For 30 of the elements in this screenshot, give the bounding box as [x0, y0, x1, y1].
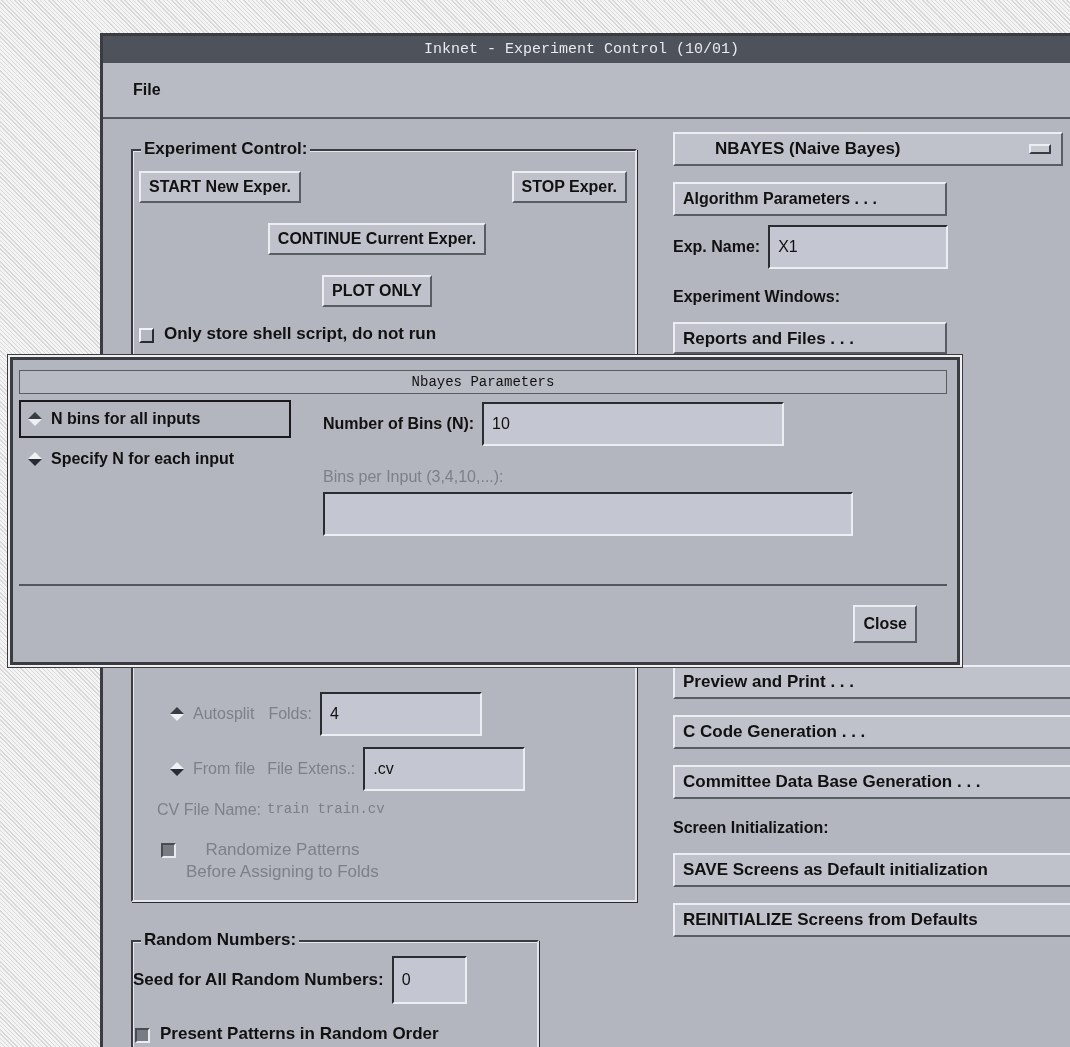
- field-label: Number of Bins (N):: [323, 415, 475, 433]
- checkbox-option[interactable]: Only store shell script, do not run: [139, 324, 635, 344]
- radio-option[interactable]: Specify N for each input: [19, 440, 291, 478]
- dialog-title: Nbayes Parameters: [19, 370, 947, 394]
- input-field[interactable]: 10: [482, 402, 785, 446]
- radio-option[interactable]: N bins for all inputs: [19, 400, 291, 438]
- window-button[interactable]: C Code Generation . . .: [673, 715, 1070, 749]
- command-button[interactable]: PLOT ONLY: [321, 275, 433, 307]
- dropdown-indicator-icon: [1029, 144, 1051, 154]
- field-label: Exp. Name:: [673, 238, 761, 256]
- window-button[interactable]: Reports and Files . . .: [673, 322, 947, 354]
- section-label: Screen Initialization:: [673, 819, 830, 837]
- field-label: Seed for All Random Numbers:: [133, 970, 384, 990]
- window-button[interactable]: Preview and Print . . .: [673, 665, 1070, 699]
- menu-item[interactable]: File: [133, 81, 161, 99]
- input-field[interactable]: 0: [391, 956, 467, 1004]
- input-field[interactable]: X1: [768, 225, 949, 269]
- command-button[interactable]: STOP Exper.: [511, 171, 627, 203]
- window-button[interactable]: Committee Data Base Generation . . .: [673, 765, 1070, 799]
- parameters-button[interactable]: Algorithm Parameters . . .: [673, 182, 947, 216]
- group-title: Experiment Control:: [141, 139, 311, 159]
- command-button[interactable]: CONTINUE Current Exper.: [267, 223, 487, 255]
- close-button[interactable]: Close: [853, 605, 917, 643]
- window-title: Inknet - Experiment Control (10/01): [103, 36, 1070, 63]
- command-button[interactable]: START New Exper.: [139, 171, 301, 203]
- algorithm-dropdown[interactable]: NBAYES (Naive Bayes): [673, 132, 1063, 166]
- init-button[interactable]: REINITIALIZE Screens from Defaults: [673, 903, 1070, 937]
- checkbox-option[interactable]: Present Patterns in Random Order: [135, 1024, 537, 1044]
- section-label: Experiment Windows:: [673, 288, 841, 306]
- init-button[interactable]: SAVE Screens as Default initialization: [673, 853, 1070, 887]
